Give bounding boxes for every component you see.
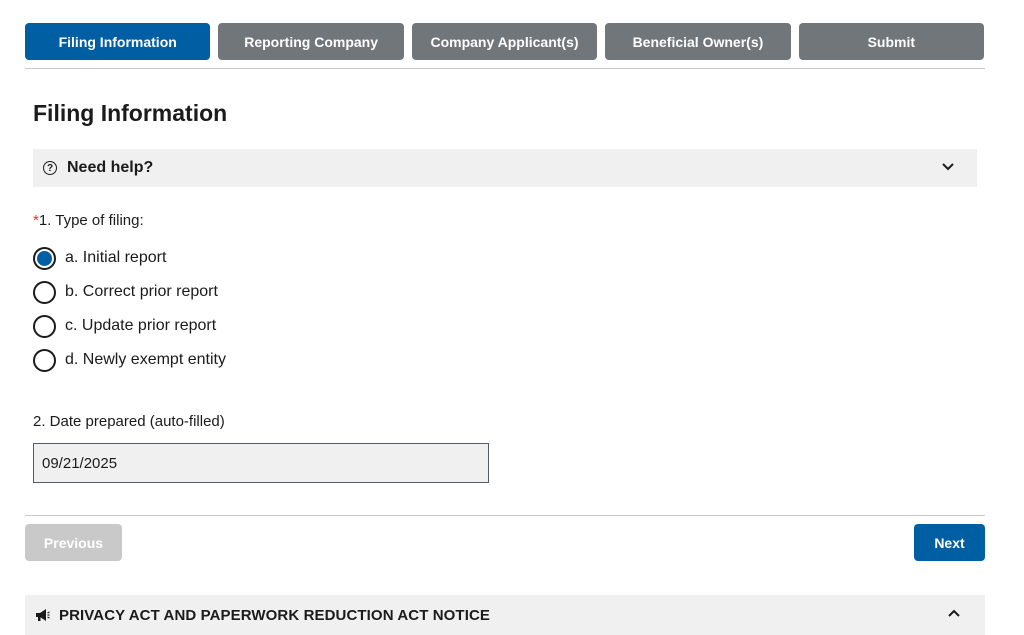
tab-beneficial-owners[interactable]: Beneficial Owner(s) xyxy=(605,23,791,60)
radio-update-prior-report[interactable]: c. Update prior report xyxy=(33,314,216,338)
previous-button[interactable]: Previous xyxy=(25,524,122,561)
radio-button[interactable] xyxy=(33,246,56,270)
radio-label: d. Newly exempt entity xyxy=(65,351,226,368)
tabs-divider xyxy=(25,68,985,69)
step-tabs: Filing Information Reporting Company Com… xyxy=(25,23,985,60)
next-button[interactable]: Next xyxy=(914,524,985,561)
radio-label: a. Initial report xyxy=(65,249,167,266)
radio-button[interactable] xyxy=(33,280,56,304)
radio-label: c. Update prior report xyxy=(65,317,217,334)
privacy-notice-accordion[interactable]: PRIVACY ACT AND PAPERWORK REDUCTION ACT … xyxy=(25,595,985,635)
tab-submit[interactable]: Submit xyxy=(798,23,985,60)
privacy-notice-label: PRIVACY ACT AND PAPERWORK REDUCTION ACT … xyxy=(59,606,491,624)
tab-reporting-company[interactable]: Reporting Company xyxy=(218,23,404,60)
radio-initial-report[interactable]: a. Initial report xyxy=(33,246,166,270)
date-prepared-input[interactable] xyxy=(33,443,489,483)
radio-button[interactable] xyxy=(33,314,56,338)
date-prepared-label: 2. Date prepared (auto-filled) xyxy=(33,413,225,430)
chevron-down-icon xyxy=(942,163,954,171)
radio-label: b. Correct prior report xyxy=(65,283,218,300)
radio-correct-prior-report[interactable]: b. Correct prior report xyxy=(33,280,218,304)
chevron-up-icon xyxy=(948,609,960,617)
need-help-label: Need help? xyxy=(67,159,154,176)
tab-company-applicants[interactable]: Company Applicant(s) xyxy=(411,23,598,60)
megaphone-icon xyxy=(36,609,50,621)
filing-type-text: 1. Type of filing: xyxy=(38,212,144,229)
filing-type-label: *1. Type of filing: xyxy=(33,212,144,229)
tab-filing-information[interactable]: Filing Information xyxy=(25,23,211,60)
actions-divider xyxy=(25,515,985,516)
radio-newly-exempt-entity[interactable]: d. Newly exempt entity xyxy=(33,348,226,372)
question-circle-icon: ? xyxy=(43,161,57,175)
page-title: Filing Information xyxy=(33,100,228,126)
need-help-accordion[interactable]: ? Need help? xyxy=(33,149,977,187)
radio-button[interactable] xyxy=(33,348,56,372)
